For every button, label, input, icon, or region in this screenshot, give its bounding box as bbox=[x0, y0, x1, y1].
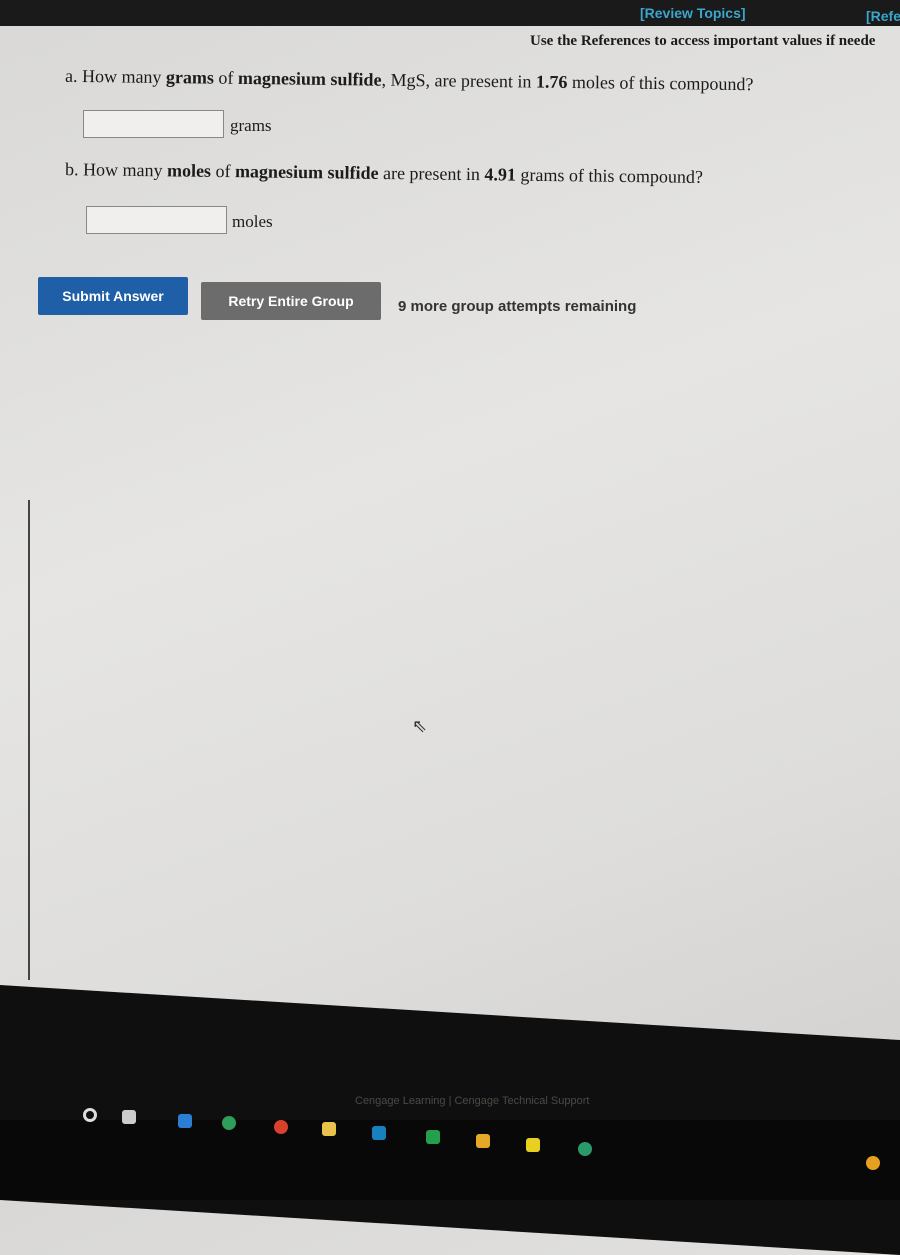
chrome-icon[interactable] bbox=[578, 1142, 592, 1156]
footer-links: Cengage Learning | Cengage Technical Sup… bbox=[355, 1095, 590, 1107]
window-edge bbox=[0, 500, 30, 980]
question-b: b. How many moles of magnesium sulfide a… bbox=[64, 159, 704, 187]
moles-unit: moles bbox=[232, 212, 273, 231]
grams-input[interactable] bbox=[83, 110, 224, 138]
references-note: Use the References to access important v… bbox=[530, 33, 876, 49]
app-icon[interactable] bbox=[476, 1134, 490, 1148]
question-a: a. How many grams of magnesium sulfide, … bbox=[64, 65, 754, 95]
app-icon[interactable] bbox=[526, 1138, 540, 1152]
taskbar bbox=[0, 1108, 900, 1200]
top-bar bbox=[0, 0, 900, 26]
grams-unit: grams bbox=[230, 116, 272, 135]
references-link[interactable]: [Refe bbox=[866, 8, 900, 24]
office-icon[interactable] bbox=[274, 1120, 288, 1134]
weather-icon[interactable] bbox=[866, 1156, 880, 1170]
submit-answer-button[interactable]: Submit Answer bbox=[38, 277, 188, 315]
app-icon[interactable] bbox=[178, 1114, 192, 1128]
attempts-remaining: 9 more group attempts remaining bbox=[398, 298, 637, 315]
edge-icon[interactable] bbox=[222, 1116, 236, 1130]
mouse-cursor-icon: ⇖ bbox=[412, 716, 428, 736]
retry-entire-group-button[interactable]: Retry Entire Group bbox=[201, 282, 381, 320]
excel-icon[interactable] bbox=[426, 1130, 440, 1144]
moles-input[interactable] bbox=[86, 206, 227, 234]
file-explorer-icon[interactable] bbox=[322, 1122, 336, 1136]
mail-icon[interactable] bbox=[372, 1126, 386, 1140]
task-view-icon[interactable] bbox=[122, 1110, 136, 1124]
review-topics-link[interactable]: [Review Topics] bbox=[640, 5, 746, 21]
search-icon[interactable] bbox=[83, 1108, 97, 1122]
